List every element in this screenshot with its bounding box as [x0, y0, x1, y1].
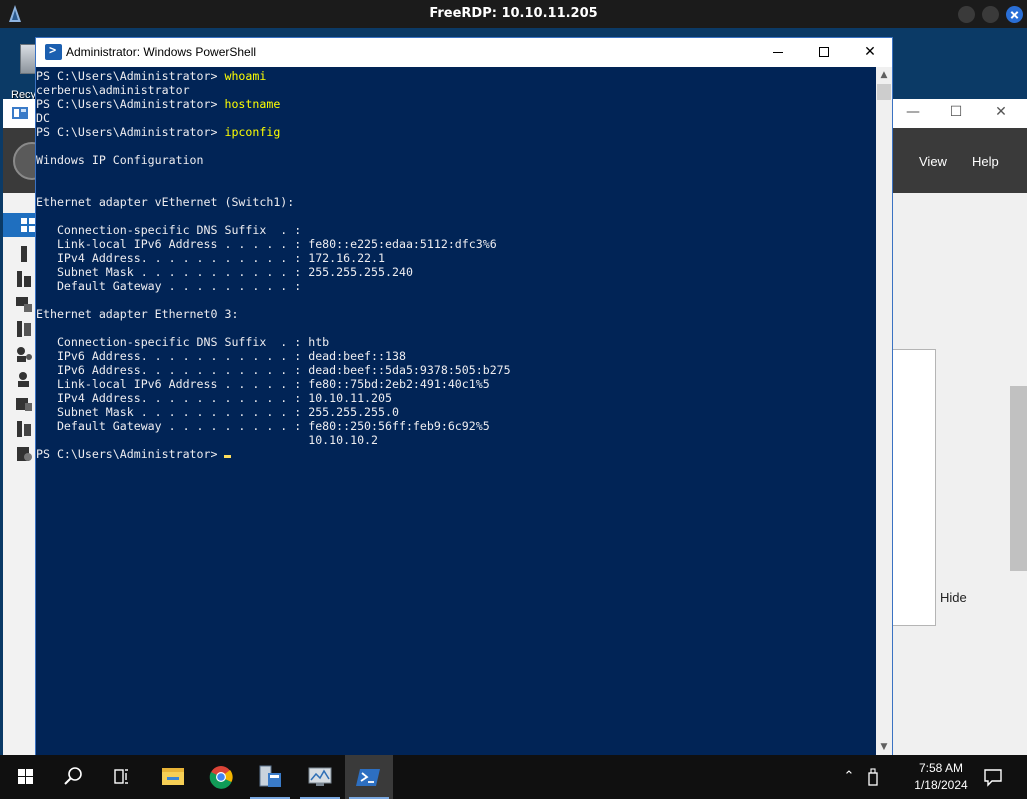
usb-device-icon[interactable]: [866, 767, 880, 787]
console-command: hostname: [224, 97, 281, 111]
console-prompt: PS C:\Users\Administrator>: [36, 69, 225, 83]
start-button[interactable]: [1, 755, 49, 799]
console-line: Connection-specific DNS Suffix . :: [36, 223, 302, 237]
console-cursor: [224, 455, 232, 458]
rdp-minimize-button[interactable]: [958, 6, 975, 23]
taskbar: ⌃ 7:58 AM 1/18/2024: [0, 755, 1027, 799]
console-line: Windows IP Configuration: [36, 153, 204, 167]
console-line: Link-local IPv6 Address . . . . . : fe80…: [36, 377, 490, 391]
menu-help[interactable]: Help: [972, 154, 999, 169]
powershell-titlebar[interactable]: Administrator: Windows PowerShell ✕: [36, 38, 892, 67]
search-button[interactable]: [49, 755, 97, 799]
powershell-taskbar-button[interactable]: [345, 755, 393, 799]
maximize-button[interactable]: [801, 38, 847, 67]
scroll-up-icon[interactable]: ▲: [876, 67, 892, 83]
chrome-icon: [209, 766, 233, 789]
powershell-icon: [356, 769, 380, 786]
console-line: PS C:\Users\Administrator> whoami: [36, 69, 266, 83]
search-icon: [64, 767, 82, 785]
console-line: cerberus\administrator: [36, 83, 190, 97]
console-line: PS C:\Users\Administrator>: [36, 447, 232, 461]
show-hidden-icons-icon[interactable]: ⌃: [839, 767, 859, 787]
ad-lds-icon[interactable]: [15, 370, 33, 388]
console-line: Ethernet adapter Ethernet0 3:: [36, 307, 239, 321]
console-scroll-thumb[interactable]: [877, 84, 891, 100]
ad-fs-icon[interactable]: [15, 345, 33, 363]
console-prompt: PS C:\Users\Administrator>: [36, 97, 225, 111]
console-line: IPv6 Address. . . . . . . . . . . : dead…: [36, 363, 511, 377]
file-explorer-button[interactable]: [149, 755, 197, 799]
file-explorer-icon: [162, 768, 184, 785]
clock[interactable]: 7:58 AM 1/18/2024: [900, 760, 982, 794]
powershell-window: Administrator: Windows PowerShell ✕ PS C…: [35, 37, 893, 756]
server-manager-scroll-thumb[interactable]: [1010, 386, 1027, 571]
server-manager-minimize-button[interactable]: —: [903, 104, 923, 120]
console-line: Connection-specific DNS Suffix . : htb: [36, 335, 330, 349]
console-line: 10.10.10.2: [36, 433, 379, 447]
console-line: Default Gateway . . . . . . . . . :: [36, 279, 302, 293]
iis-icon[interactable]: [15, 445, 33, 463]
console-line: Link-local IPv6 Address . . . . . : fe80…: [36, 237, 497, 251]
console-line: Ethernet adapter vEthernet (Switch1):: [36, 195, 295, 209]
ad-ds-icon[interactable]: [15, 320, 33, 338]
console-line: IPv4 Address. . . . . . . . . . . : 10.1…: [36, 391, 392, 405]
console-line: PS C:\Users\Administrator> ipconfig: [36, 125, 280, 139]
powershell-icon: [45, 43, 62, 60]
console-scrollbar[interactable]: ▲ ▼: [876, 67, 892, 755]
rdp-title: FreeRDP: 10.10.11.205: [429, 6, 598, 21]
recycle-bin-shortcut[interactable]: Recy: [0, 34, 40, 104]
close-button[interactable]: ✕: [847, 38, 893, 67]
chrome-button[interactable]: [197, 755, 245, 799]
server-manager-icon: [12, 107, 28, 119]
notifications-icon[interactable]: [982, 766, 1004, 788]
task-view-icon: [114, 769, 128, 784]
file-storage-icon[interactable]: [15, 420, 33, 438]
dns-icon[interactable]: [15, 395, 33, 413]
console-output: PS C:\Users\Administrator> whoami cerber…: [36, 67, 876, 461]
clock-date: 1/18/2024: [914, 778, 968, 792]
rdp-maximize-button[interactable]: [982, 6, 999, 23]
console-line: PS C:\Users\Administrator> hostname: [36, 97, 280, 111]
console-prompt: PS C:\Users\Administrator>: [36, 125, 225, 139]
rdp-title-bar: FreeRDP: 10.10.11.205: [0, 0, 1027, 28]
console-line: IPv6 Address. . . . . . . . . . . : dead…: [36, 349, 406, 363]
server-manager-taskbar-button[interactable]: [246, 755, 294, 799]
server-manager-maximize-button[interactable]: ☐: [946, 104, 966, 120]
server-manager-icon: [259, 765, 281, 787]
console-line: IPv4 Address. . . . . . . . . . . : 172.…: [36, 251, 386, 265]
task-view-button[interactable]: [97, 755, 145, 799]
server-manager-sidebar: [3, 193, 36, 755]
console-line: Default Gateway . . . . . . . . . : fe80…: [36, 419, 490, 433]
recycle-bin-icon: [20, 44, 36, 74]
minimize-button[interactable]: [755, 38, 801, 67]
remote-desktop-taskbar-button[interactable]: [296, 755, 344, 799]
powershell-console[interactable]: PS C:\Users\Administrator> whoami cerber…: [36, 67, 876, 755]
local-server-icon[interactable]: [15, 245, 33, 263]
console-command: ipconfig: [224, 125, 281, 139]
all-servers-icon[interactable]: [15, 270, 33, 288]
console-line: Subnet Mask . . . . . . . . . . . : 255.…: [36, 405, 399, 419]
server-manager-close-button[interactable]: ✕: [991, 104, 1011, 120]
ad-cs-icon[interactable]: [15, 295, 33, 313]
console-prompt: PS C:\Users\Administrator>: [36, 447, 225, 461]
menu-view[interactable]: View: [919, 154, 947, 169]
rdp-close-button[interactable]: [1006, 6, 1023, 23]
windows-start-icon: [18, 769, 33, 784]
console-line: Subnet Mask . . . . . . . . . . . : 255.…: [36, 265, 413, 279]
dashboard-icon[interactable]: [3, 213, 36, 237]
hide-link[interactable]: Hide: [940, 590, 967, 605]
server-manager-scrollbar[interactable]: [1010, 193, 1027, 755]
console-command: whoami: [224, 69, 267, 83]
scroll-down-icon[interactable]: ▼: [876, 739, 892, 755]
clock-time: 7:58 AM: [918, 761, 964, 775]
powershell-title: Administrator: Windows PowerShell: [66, 45, 257, 59]
remote-desktop-icon: [308, 767, 332, 786]
console-line: DC: [36, 111, 50, 125]
